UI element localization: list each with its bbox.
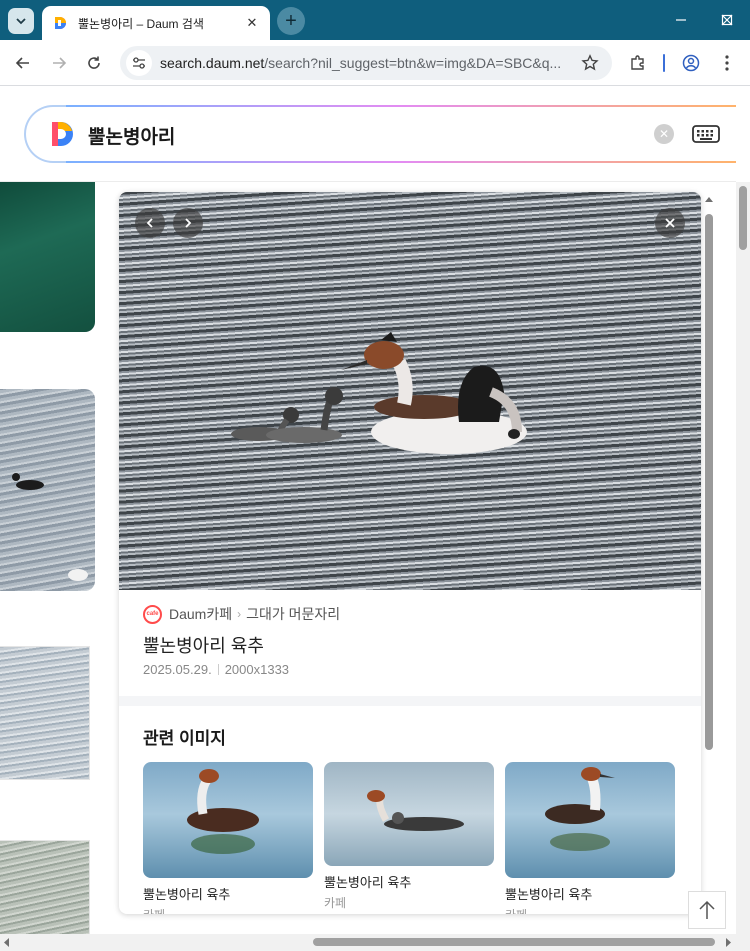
grebe-family-photo: [231, 332, 527, 454]
previous-image-button[interactable]: [135, 208, 165, 238]
url-host: search.daum.net: [160, 55, 265, 71]
plus-icon: +: [285, 9, 297, 32]
chevron-down-icon: [16, 18, 26, 25]
result-thumbnail[interactable]: [0, 182, 95, 332]
browser-tab[interactable]: 뿔논병아리 – Daum 검색 ✕: [42, 6, 270, 40]
url-path: /search?nil_suggest=btn&w=img&DA=SBC&q..…: [264, 55, 562, 71]
new-tab-button[interactable]: +: [277, 7, 305, 35]
section-divider: [119, 696, 701, 706]
daum-favicon-icon: [55, 17, 66, 29]
more-vert-icon: [725, 55, 729, 71]
menu-button[interactable]: [713, 49, 741, 77]
daum-search-header: 뿔논병아리 ✕: [0, 87, 736, 182]
page-horizontal-scroll-thumb[interactable]: [313, 938, 715, 946]
image-dimensions: 2000x1333: [224, 662, 290, 677]
search-input[interactable]: 뿔논병아리: [88, 122, 175, 149]
main-image[interactable]: [119, 192, 701, 590]
profile-icon: [682, 54, 700, 72]
scroll-right-icon: [726, 938, 731, 947]
search-results-area: cafe Daum카페 › 그대가 머문자리 뿔논병아리 육추 2025.05.…: [0, 182, 736, 934]
detail-panel-scroll-thumb[interactable]: [705, 214, 713, 750]
arrow-left-icon: [15, 57, 29, 69]
cafe-badge-icon: cafe: [143, 604, 162, 624]
browser-toolbar: search.daum.net/search?nil_suggest=btn&w…: [0, 40, 750, 86]
related-image-label: 뿔논병아리 육추: [324, 875, 412, 890]
related-image-source: 카페: [324, 896, 347, 910]
scroll-up-icon: [705, 197, 713, 202]
extensions-button[interactable]: [624, 49, 652, 77]
related-image-thumbnail[interactable]: [324, 762, 494, 866]
close-window-button[interactable]: [704, 0, 750, 40]
bookmark-star-icon[interactable]: [580, 53, 600, 73]
close-icon: [665, 218, 675, 228]
page-horizontal-scrollbar[interactable]: [0, 934, 750, 951]
grebe-photo-icon: [545, 767, 615, 851]
related-image-item[interactable]: 뿔논병아리 육추 카페: [143, 762, 313, 914]
detail-panel-scrollbar[interactable]: [703, 192, 715, 914]
address-bar[interactable]: search.daum.net/search?nil_suggest=btn&w…: [120, 46, 612, 80]
related-image-item[interactable]: 뿔논병아리 육추 카페: [324, 762, 494, 911]
image-source[interactable]: cafe Daum카페 › 그대가 머문자리: [143, 604, 340, 624]
tune-icon: [133, 57, 145, 69]
related-image-item[interactable]: 뿔논병아리 육추 카페: [505, 762, 675, 914]
keyboard-icon[interactable]: [692, 123, 720, 145]
reload-icon: [88, 56, 100, 69]
chevron-right-icon: ›: [237, 607, 242, 621]
arrow-up-icon: [699, 900, 715, 919]
minimize-icon: [676, 19, 686, 21]
image-date: 2025.05.29.: [143, 662, 212, 677]
clear-search-button[interactable]: ✕: [654, 124, 674, 144]
meta-divider: [217, 664, 219, 675]
back-button[interactable]: [9, 49, 37, 77]
image-meta: 2025.05.29. 2000x1333: [143, 662, 289, 677]
url-text: search.daum.net/search?nil_suggest=btn&w…: [160, 55, 570, 71]
close-detail-button[interactable]: [655, 208, 685, 238]
grebe-photo-icon: [187, 769, 259, 854]
related-image-source: 카페: [505, 906, 675, 914]
window-titlebar: 뿔논병아리 – Daum 검색 ✕ +: [0, 0, 750, 40]
search-box[interactable]: 뿔논병아리 ✕: [24, 105, 736, 163]
page-vertical-scroll-thumb[interactable]: [739, 186, 747, 250]
related-image-source: 카페: [143, 906, 313, 914]
source-site: Daum카페: [169, 606, 233, 622]
related-image-label: 뿔논병아리 육추: [143, 887, 231, 902]
result-thumbnail[interactable]: [0, 389, 95, 591]
puzzle-icon: [631, 55, 644, 70]
source-name: 그대가 머문자리: [246, 606, 341, 622]
image-title[interactable]: 뿔논병아리 육추: [143, 632, 264, 658]
site-info-button[interactable]: [126, 50, 152, 76]
toolbar-divider: [663, 54, 665, 72]
profile-button[interactable]: [677, 49, 705, 77]
grebe-photo-icon: [12, 473, 88, 581]
daum-logo-icon: [52, 122, 73, 146]
tab-title: 뿔논병아리 – Daum 검색: [78, 16, 204, 31]
close-icon: ✕: [658, 127, 670, 141]
related-images-heading: 관련 이미지: [143, 729, 226, 748]
scroll-left-icon: [4, 938, 9, 947]
scroll-to-top-button[interactable]: [688, 891, 726, 929]
forward-button[interactable]: [45, 49, 73, 77]
page-vertical-scrollbar[interactable]: [736, 182, 750, 934]
related-image-thumbnail[interactable]: [143, 762, 313, 878]
grebe-photo-icon: [367, 790, 464, 831]
chevron-left-icon: [146, 218, 153, 228]
close-icon: [721, 14, 733, 26]
next-image-button[interactable]: [173, 208, 203, 238]
minimize-button[interactable]: [658, 0, 704, 40]
tab-close-icon[interactable]: ✕: [244, 15, 260, 31]
result-thumbnail[interactable]: [0, 840, 90, 934]
related-image-thumbnail[interactable]: [505, 762, 675, 878]
arrow-right-icon: [53, 57, 67, 69]
related-image-label: 뿔논병아리 육추: [505, 887, 593, 902]
chevron-right-icon: [185, 218, 192, 228]
image-detail-panel: cafe Daum카페 › 그대가 머문자리 뿔논병아리 육추 2025.05.…: [119, 192, 701, 914]
result-thumbnail[interactable]: [0, 646, 90, 780]
tab-search-button[interactable]: [8, 8, 34, 34]
reload-button[interactable]: [80, 49, 108, 77]
